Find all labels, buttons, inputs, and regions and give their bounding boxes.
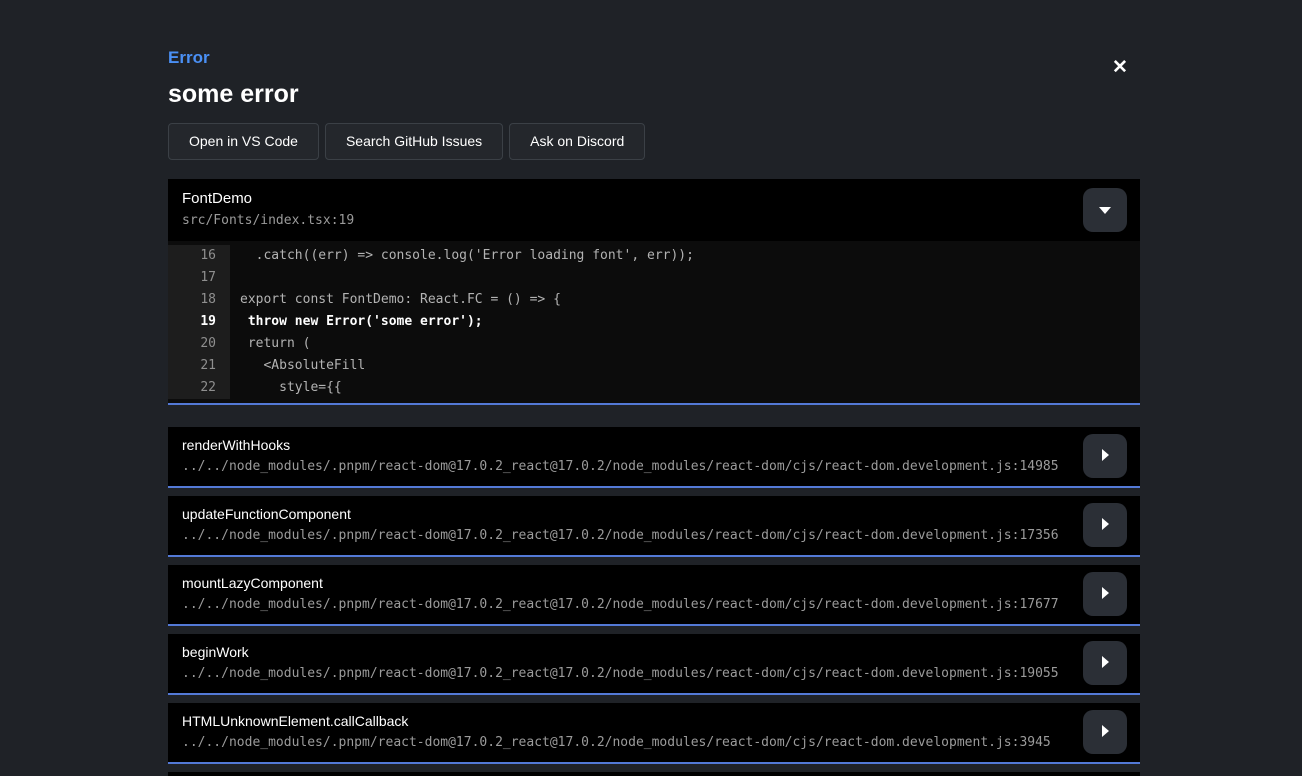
frame-source: ../../node_modules/.pnpm/react-dom@17.0.… — [182, 597, 1080, 613]
caret-right-icon — [1101, 724, 1110, 741]
collapsed-frames-list: renderWithHooks ../../node_modules/.pnpm… — [168, 427, 1140, 776]
stack-frame-expanded: FontDemo src/Fonts/index.tsx:19 16 .catc… — [168, 179, 1140, 405]
line-source: export const FontDemo: React.FC = () => … — [230, 289, 1140, 311]
code-line: 16 .catch((err) => console.log('Error lo… — [168, 245, 1140, 267]
frame-title: updateFunctionComponent — [182, 506, 1080, 523]
stack-frame-mountlazycomponent: mountLazyComponent ../../node_modules/.p… — [168, 565, 1140, 626]
line-source: style={{ — [230, 377, 1140, 399]
line-number: 16 — [168, 245, 230, 267]
code-line: 17 — [168, 267, 1140, 289]
expand-frame-button[interactable] — [1083, 503, 1127, 547]
error-overlay: Error some error Open in VS Code Search … — [168, 0, 1140, 776]
frame-title: renderWithHooks — [182, 437, 1080, 454]
frame-source: ../../node_modules/.pnpm/react-dom@17.0.… — [182, 735, 1080, 751]
code-line: 20 return ( — [168, 333, 1140, 355]
stack-frame-renderwithhooks: renderWithHooks ../../node_modules/.pnpm… — [168, 427, 1140, 488]
expand-frame-button[interactable] — [1083, 434, 1127, 478]
expand-frame-button[interactable] — [1083, 641, 1127, 685]
frame-source: ../../node_modules/.pnpm/react-dom@17.0.… — [182, 459, 1080, 475]
expand-frame-button[interactable] — [1083, 710, 1127, 754]
stack-frame-updatefunctioncomponent: updateFunctionComponent ../../node_modul… — [168, 496, 1140, 557]
caret-right-icon — [1101, 517, 1110, 534]
code-line: 21 <AbsoluteFill — [168, 355, 1140, 377]
code-snippet: 16 .catch((err) => console.log('Error lo… — [168, 241, 1140, 403]
expand-frame-button[interactable] — [1083, 572, 1127, 616]
caret-down-icon — [1098, 203, 1112, 218]
code-line: 22 style={{ — [168, 377, 1140, 399]
stack-frame-callcallback: HTMLUnknownElement.callCallback ../../no… — [168, 703, 1140, 764]
stack-trace: FontDemo src/Fonts/index.tsx:19 16 .catc… — [168, 179, 1140, 776]
line-number: 17 — [168, 267, 230, 289]
stack-frame-header: FontDemo src/Fonts/index.tsx:19 — [168, 179, 1140, 241]
caret-right-icon — [1101, 448, 1110, 465]
line-source: return ( — [230, 333, 1140, 355]
line-source: <AbsoluteFill — [230, 355, 1140, 377]
frame-source: src/Fonts/index.tsx:19 — [182, 213, 1126, 229]
line-number: 22 — [168, 377, 230, 399]
error-kicker: Error — [168, 48, 1140, 68]
frame-title: FontDemo — [182, 190, 1126, 208]
frame-source: ../../node_modules/.pnpm/react-dom@17.0.… — [182, 528, 1080, 544]
collapse-frame-button[interactable] — [1083, 188, 1127, 232]
action-buttons-row: Open in VS Code Search GitHub Issues Ask… — [168, 123, 1140, 160]
search-github-issues-button[interactable]: Search GitHub Issues — [325, 123, 503, 160]
frame-source: ../../node_modules/.pnpm/react-dom@17.0.… — [182, 666, 1080, 682]
caret-right-icon — [1101, 586, 1110, 603]
code-line-highlighted: 19 throw new Error('some error'); — [168, 311, 1140, 333]
frame-title: beginWork — [182, 644, 1080, 661]
error-title: some error — [168, 80, 1140, 108]
frame-title: HTMLUnknownElement.callCallback — [182, 713, 1080, 730]
stack-frame-beginwork: beginWork ../../node_modules/.pnpm/react… — [168, 634, 1140, 695]
line-source — [230, 267, 1140, 289]
caret-right-icon — [1101, 655, 1110, 672]
line-source: throw new Error('some error'); — [230, 311, 1140, 333]
line-number: 21 — [168, 355, 230, 377]
line-source: .catch((err) => console.log('Error loadi… — [230, 245, 1140, 267]
frame-title: mountLazyComponent — [182, 575, 1080, 592]
code-line: 18export const FontDemo: React.FC = () =… — [168, 289, 1140, 311]
open-in-vscode-button[interactable]: Open in VS Code — [168, 123, 319, 160]
line-number: 20 — [168, 333, 230, 355]
line-number: 18 — [168, 289, 230, 311]
close-icon[interactable]: ✕ — [1112, 58, 1128, 77]
stack-frame-partial — [168, 772, 1140, 776]
ask-on-discord-button[interactable]: Ask on Discord — [509, 123, 645, 160]
line-number: 19 — [168, 311, 230, 333]
